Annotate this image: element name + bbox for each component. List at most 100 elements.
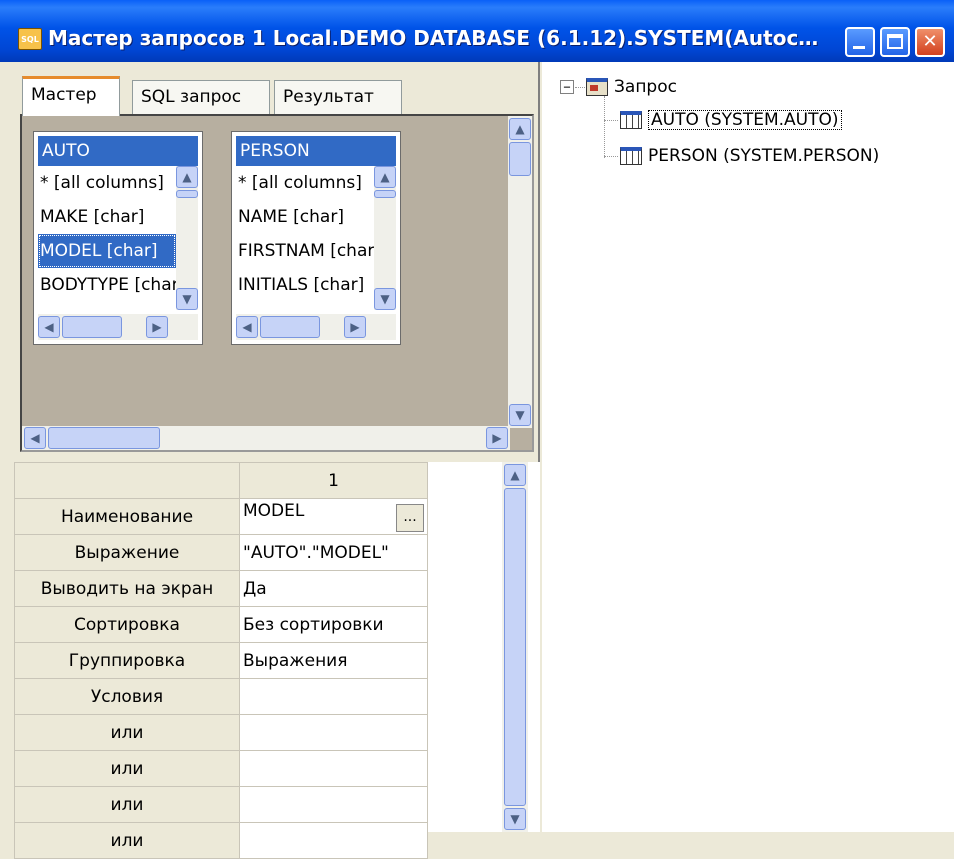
tree-node-auto[interactable]: AUTO (SYSTEM.AUTO) [620, 105, 842, 135]
cell-value[interactable]: "AUTO"."MODEL" [239, 534, 428, 571]
maximize-button[interactable] [880, 27, 910, 57]
table-row: или [14, 750, 428, 787]
cell-value[interactable]: Да [239, 570, 428, 607]
scroll-up-button[interactable]: ▲ [509, 118, 531, 140]
row-header: Условия [14, 678, 240, 715]
column-item[interactable]: BODYTYPE [char] [38, 268, 176, 302]
table-row: или [14, 786, 428, 823]
tree-connector [604, 120, 618, 121]
tree-connector [604, 156, 618, 157]
scroll-right-button[interactable]: ▶ [146, 316, 168, 338]
scroll-left-button[interactable]: ◀ [236, 316, 258, 338]
tree-connector [575, 87, 585, 88]
scroll-up-button[interactable]: ▲ [504, 464, 526, 486]
cell-value[interactable]: Без сортировки [239, 606, 428, 643]
row-header: Выводить на экран [14, 570, 240, 607]
table-title[interactable]: PERSON [236, 136, 396, 166]
cell-value[interactable] [239, 786, 428, 823]
row-header: или [14, 822, 240, 859]
title-bar[interactable]: SQL Мастер запросов 1 Local.DEMO DATABAS… [0, 0, 954, 62]
scroll-right-button[interactable]: ▶ [344, 316, 366, 338]
column-item[interactable]: INITIALS [char] [236, 268, 374, 302]
scroll-thumb[interactable] [48, 427, 160, 449]
cell-value[interactable]: Выражения [239, 642, 428, 679]
query-tree[interactable]: − Запрос AUTO (SYSTEM.AUTO) PERSON (SYST… [542, 62, 954, 832]
tab-result[interactable]: Результат [274, 80, 402, 114]
table-box-auto[interactable]: AUTO * [all columns] MAKE [char] MODEL [… [33, 131, 203, 345]
column-item[interactable]: * [all columns] [38, 166, 176, 200]
grid-corner [14, 462, 240, 499]
column-list-hscroll[interactable]: ◀ ▶ [38, 314, 198, 340]
column-list-hscroll[interactable]: ◀ ▶ [236, 314, 396, 340]
row-header: или [14, 714, 240, 751]
column-list[interactable]: * [all columns] NAME [char] FIRSTNAM [ch… [236, 166, 374, 310]
tree-node-label: PERSON (SYSTEM.PERSON) [648, 146, 880, 166]
tree-node-root[interactable]: Запрос [586, 72, 677, 102]
window-title: Мастер запросов 1 Local.DEMO DATABASE (6… [48, 26, 819, 50]
tree-node-label: AUTO (SYSTEM.AUTO) [648, 110, 842, 130]
row-header: Группировка [14, 642, 240, 679]
scroll-down-button[interactable]: ▼ [374, 288, 396, 310]
scroll-thumb[interactable] [509, 142, 531, 176]
column-list[interactable]: * [all columns] MAKE [char] MODEL [char]… [38, 166, 176, 310]
scroll-down-button[interactable]: ▼ [504, 808, 526, 830]
scroll-up-button[interactable]: ▲ [176, 166, 198, 188]
row-header: или [14, 786, 240, 823]
table-row: или [14, 714, 428, 751]
tree-connector [604, 96, 605, 158]
app-icon[interactable]: SQL [18, 28, 42, 50]
browse-button[interactable]: ... [396, 504, 424, 532]
designer-vscroll[interactable]: ▲ ▼ [508, 116, 532, 428]
scroll-thumb[interactable] [62, 316, 122, 338]
tree-node-label: Запрос [614, 77, 677, 97]
column-list-vscroll[interactable]: ▲ ▼ [374, 166, 396, 310]
cell-value[interactable] [239, 822, 428, 859]
column-item[interactable]: * [all columns] [236, 166, 374, 200]
row-header: или [14, 750, 240, 787]
column-header[interactable]: 1 [239, 462, 428, 499]
table-row: Сортировка Без сортировки [14, 606, 428, 643]
row-header: Сортировка [14, 606, 240, 643]
close-icon: ✕ [922, 31, 938, 52]
table-row: Наименование MODEL... [14, 498, 428, 535]
close-button[interactable]: ✕ [915, 27, 945, 57]
table-title[interactable]: AUTO [38, 136, 198, 166]
grid-vscroll[interactable]: ▲ ▼ [502, 462, 528, 832]
tab-sql-query[interactable]: SQL запрос [132, 80, 270, 114]
cell-value[interactable] [239, 714, 428, 751]
scroll-thumb[interactable] [504, 488, 526, 806]
minimize-button[interactable] [845, 27, 875, 57]
tree-node-person[interactable]: PERSON (SYSTEM.PERSON) [620, 141, 879, 171]
column-item[interactable]: NAME [char] [236, 200, 374, 234]
cell-value[interactable] [239, 750, 428, 787]
column-item[interactable]: FIRSTNAM [char] [236, 234, 374, 268]
scroll-down-button[interactable]: ▼ [509, 404, 531, 426]
cell-value[interactable] [239, 678, 428, 715]
column-item[interactable]: MAKE [char] [38, 200, 176, 234]
table-box-person[interactable]: PERSON * [all columns] NAME [char] FIRST… [231, 131, 401, 345]
table-icon [620, 147, 642, 165]
column-list-vscroll[interactable]: ▲ ▼ [176, 166, 198, 310]
row-header: Наименование [14, 498, 240, 535]
column-item-selected[interactable]: MODEL [char] [38, 234, 176, 268]
scroll-up-button[interactable]: ▲ [374, 166, 396, 188]
table-row: Выводить на экран Да [14, 570, 428, 607]
properties-table: 1 Наименование MODEL... Выражение "AUTO"… [14, 462, 428, 859]
collapse-icon[interactable]: − [560, 80, 574, 94]
scroll-left-button[interactable]: ◀ [38, 316, 60, 338]
table-row: Условия [14, 678, 428, 715]
table-row: или [14, 822, 428, 859]
field-properties-grid[interactable]: 1 Наименование MODEL... Выражение "AUTO"… [14, 462, 540, 859]
tab-master[interactable]: Мастер [22, 76, 120, 116]
designer-hscroll[interactable]: ◀ ▶ [22, 426, 510, 450]
table-designer-area[interactable]: AUTO * [all columns] MAKE [char] MODEL [… [20, 114, 534, 452]
scroll-thumb[interactable] [374, 190, 396, 198]
scroll-right-button[interactable]: ▶ [486, 427, 508, 449]
cell-value[interactable]: MODEL... [239, 498, 428, 535]
scroll-down-button[interactable]: ▼ [176, 288, 198, 310]
scroll-left-button[interactable]: ◀ [24, 427, 46, 449]
scroll-thumb[interactable] [176, 190, 198, 198]
scroll-thumb[interactable] [260, 316, 320, 338]
minimize-icon [853, 46, 865, 49]
cell-text: MODEL [243, 501, 305, 521]
